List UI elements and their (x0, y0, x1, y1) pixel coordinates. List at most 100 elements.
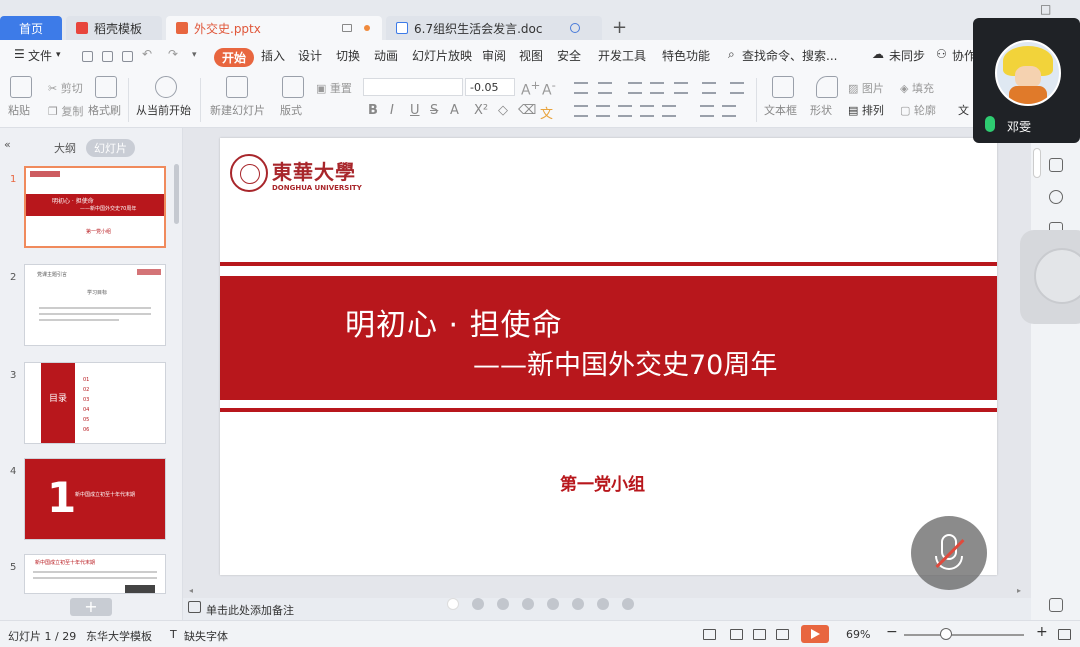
arrange-button[interactable]: ▤ 排列 (848, 102, 884, 118)
indent-increase-icon[interactable] (650, 82, 664, 94)
shapes-button[interactable]: 形状 (810, 102, 832, 118)
print-preview-icon[interactable] (122, 51, 133, 62)
page-dot[interactable] (622, 598, 634, 610)
slide-thumbnail-5[interactable]: 新中国成立初至十年代末期 (24, 554, 166, 594)
scroll-left-icon[interactable]: ◂ (189, 586, 193, 595)
menu-file[interactable]: 文件 (28, 47, 52, 64)
add-slide-button[interactable]: + (70, 598, 112, 616)
slide-subtitle[interactable]: ——新中国外交史70周年 (473, 343, 777, 382)
command-search[interactable]: 查找命令、搜索... (742, 47, 837, 64)
format-painter-icon[interactable] (95, 76, 117, 98)
italic-icon[interactable]: I (390, 103, 394, 118)
font-size-select[interactable]: -0.05 (465, 78, 515, 96)
settings-sliders-icon[interactable] (1049, 158, 1063, 172)
sync-status[interactable]: 未同步 (889, 47, 925, 64)
notes-placeholder[interactable]: 单击此处添加备注 (206, 602, 294, 618)
slide-thumbnail-4[interactable]: 1 新中国成立初至十年代末期 (24, 458, 166, 540)
numbering-icon[interactable] (598, 82, 612, 94)
file-dropdown-icon[interactable]: ▾ (56, 50, 61, 60)
vertical-scrollbar[interactable] (1033, 148, 1041, 178)
page-dot[interactable] (522, 598, 534, 610)
menu-view[interactable]: 视图 (519, 47, 543, 64)
play-slideshow-button[interactable] (801, 625, 829, 643)
menu-animation[interactable]: 动画 (374, 47, 398, 64)
zoom-slider-track[interactable] (904, 634, 1024, 636)
zoom-slider-knob[interactable] (940, 628, 952, 640)
grid-view-icon[interactable] (1049, 598, 1063, 612)
page-dot[interactable] (447, 598, 459, 610)
play-from-current-icon[interactable] (155, 76, 177, 98)
current-slide[interactable]: 東華大學 DONGHUA UNIVERSITY 明初心 · 担使命 ——新中国外… (220, 138, 997, 575)
fit-window-icon[interactable] (1058, 629, 1071, 640)
text-tools-button[interactable]: 文 (958, 102, 969, 118)
menu-start[interactable]: 开始 (214, 48, 255, 67)
text-direction-icon[interactable] (702, 82, 716, 94)
font-color-icon[interactable]: A (450, 103, 459, 118)
scroll-right-icon[interactable]: ▸ (1017, 586, 1021, 595)
slide-thumbnail-1[interactable]: 明初心 · 担使命 ——新中国外交史70周年 第一党小组 (24, 166, 166, 248)
align-center-icon[interactable] (596, 105, 610, 117)
tab-doc-document[interactable]: 6.7组织生活会发言.doc (386, 16, 602, 40)
text-box-button[interactable]: 文本框 (764, 102, 797, 118)
menu-slideshow[interactable]: 幻灯片放映 (412, 47, 472, 64)
group-name-text[interactable]: 第一党小组 (560, 470, 645, 495)
sorter-view-icon[interactable] (753, 629, 766, 640)
pin-icon[interactable] (1049, 190, 1063, 204)
columns-icon[interactable] (674, 82, 688, 94)
tab-docer-template[interactable]: 稻壳模板 (66, 16, 162, 40)
print-icon[interactable] (102, 51, 113, 62)
format-painter-button[interactable]: 格式刷 (88, 102, 121, 118)
menu-security[interactable]: 安全 (557, 47, 581, 64)
highlight-icon[interactable]: 文 (540, 103, 553, 122)
layout-button[interactable]: 版式 (280, 102, 302, 118)
cut-button[interactable]: ✂ 剪切 (48, 80, 83, 96)
menu-features[interactable]: 特色功能 (662, 47, 710, 64)
eraser-icon[interactable]: ⌫ (518, 103, 536, 118)
menu-insert[interactable]: 插入 (261, 47, 285, 64)
indent-decrease-icon[interactable] (628, 82, 642, 94)
justify-icon[interactable] (640, 105, 654, 117)
distribute-icon[interactable] (662, 105, 676, 117)
bullets-icon[interactable] (574, 82, 588, 94)
window-mode-icon[interactable] (342, 24, 352, 32)
save-icon[interactable] (82, 51, 93, 62)
menu-transition[interactable]: 切换 (336, 47, 360, 64)
zoom-out-icon[interactable]: − (886, 624, 898, 640)
normal-view-icon[interactable] (730, 629, 743, 640)
clear-format-icon[interactable]: ◇ (498, 103, 508, 118)
zoom-in-icon[interactable]: + (1036, 624, 1048, 640)
font-name-select[interactable] (363, 78, 463, 96)
shapes-icon[interactable] (816, 76, 838, 98)
undo-icon[interactable]: ↶ (142, 47, 152, 61)
new-tab-button[interactable]: + (612, 17, 627, 38)
slide-title[interactable]: 明初心 · 担使命 (345, 300, 563, 344)
quick-access-dropdown-icon[interactable]: ▾ (192, 50, 197, 60)
paste-icon[interactable] (10, 76, 32, 98)
superscript-icon[interactable]: X² (474, 103, 488, 118)
zoom-level[interactable]: 69% (846, 628, 870, 641)
outline-tab[interactable]: 大纲 (54, 140, 76, 156)
floating-assistant-ball[interactable] (1020, 230, 1080, 324)
page-dot[interactable] (497, 598, 509, 610)
tab-home[interactable]: 首页 (0, 16, 62, 40)
new-slide-button[interactable]: 新建幻灯片 (210, 102, 265, 118)
smart-art-icon[interactable] (722, 105, 736, 117)
layout-icon[interactable] (282, 76, 304, 98)
page-dot[interactable] (472, 598, 484, 610)
canvas-horizontal-scrollbar[interactable]: ◂ ▸ (183, 586, 1031, 596)
align-right-icon[interactable] (618, 105, 632, 117)
slides-tab[interactable]: 幻灯片 (86, 139, 135, 157)
menu-developer[interactable]: 开发工具 (598, 47, 646, 64)
search-icon[interactable]: ⌕ (728, 47, 735, 62)
page-dot[interactable] (597, 598, 609, 610)
slide-thumbnail-2[interactable]: 党课主题引言 学习目标 (24, 264, 166, 346)
menu-icon[interactable]: ☰ (14, 47, 25, 61)
align-text-icon[interactable] (700, 105, 714, 117)
outline-button[interactable]: ▢ 轮廓 (900, 102, 936, 118)
text-box-icon[interactable] (772, 76, 794, 98)
page-dot[interactable] (572, 598, 584, 610)
decrease-font-icon[interactable]: A- (542, 78, 556, 99)
picture-button[interactable]: ▨ 图片 (848, 80, 884, 96)
restore-window-icon[interactable]: □ (1040, 2, 1051, 16)
reset-button[interactable]: ▣ 重置 (316, 80, 352, 96)
